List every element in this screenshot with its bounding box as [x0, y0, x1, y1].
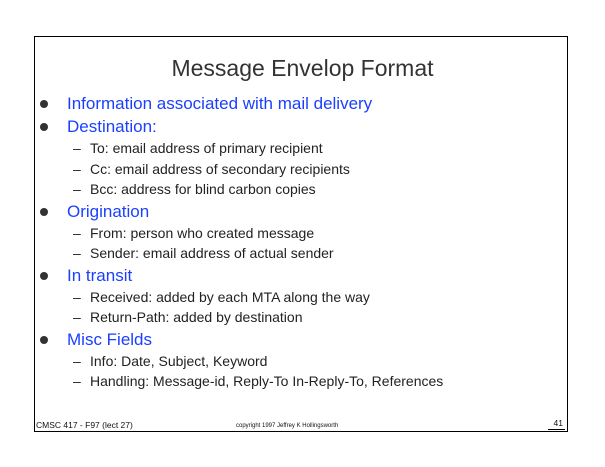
sub-bullet: – Handling: Message-id, Reply-To In-Reply… [36, 371, 576, 392]
bullet-dot-icon [40, 271, 48, 280]
sub-bullet: – Bcc: address for blind carbon copies [36, 179, 576, 200]
footer-page-number: 41 [553, 418, 563, 428]
sub-bullet-text: Cc: email address of secondary recipient… [90, 160, 350, 177]
sub-bullet: – From: person who created message [36, 223, 576, 244]
sub-bullet: – Cc: email address of secondary recipien… [36, 159, 576, 180]
bullet-text: Misc Fields [67, 329, 153, 349]
bullet-item: Destination: – To: email address of primar… [36, 115, 576, 200]
sub-bullet-text: From: person who created message [90, 224, 315, 241]
footer-rule-left [36, 431, 148, 432]
bullet-text: In transit [67, 265, 133, 285]
dash-marker: – [73, 224, 81, 241]
bullet-heading: Destination: [36, 115, 576, 138]
sub-bullet: – Sender: email address of actual sender [36, 243, 576, 264]
dash-marker: – [73, 140, 81, 156]
sub-bullet-text: Info: Date, Subject, Keyword [90, 352, 268, 369]
bullet-item: Misc Fields – Info: Date, Subject, Keyword… [36, 328, 576, 392]
bullet-item: Origination – From: person who created mes… [36, 200, 576, 264]
bullet-list: Information associated with mail deliver… [36, 92, 576, 392]
sub-bullet: – Received: added by each MTA along the w… [36, 287, 576, 308]
sub-bullet-text: Sender: email address of actual sender [90, 245, 334, 261]
sub-bullet: – To: email address of primary recipient [36, 138, 576, 159]
bullet-item: In transit – Received: added by each MTA a… [36, 264, 576, 328]
slide-title: Message Envelop Format [171, 55, 434, 81]
dash-marker: – [73, 160, 81, 177]
bullet-text: Information associated with mail deliver… [67, 94, 373, 113]
bullet-dot-icon [40, 335, 48, 344]
dash-marker: – [73, 373, 81, 389]
sub-bullet-text: To: email address of primary recipient [90, 140, 323, 156]
footer-rule-right [548, 429, 565, 430]
bullet-heading: Misc Fields [36, 328, 576, 351]
dash-marker: – [73, 245, 81, 261]
dash-marker: – [73, 352, 81, 369]
sub-bullet: – Return-Path: added by destination [36, 307, 576, 328]
dash-marker: – [73, 181, 81, 197]
bullet-heading: In transit [36, 264, 576, 287]
footer-copyright: copyright 1997 Jeffrey K Hollingsworth [236, 423, 339, 429]
bullet-text: Origination [67, 201, 150, 221]
dash-marker: – [73, 288, 81, 305]
bullet-text: Destination: [67, 117, 157, 136]
sub-bullet: – Info: Date, Subject, Keyword [36, 351, 576, 372]
bullet-dot-icon [40, 207, 48, 216]
bullet-dot-icon [40, 100, 48, 108]
sub-bullet-text: Bcc: address for blind carbon copies [90, 181, 316, 197]
footer-course: CMSC 417 - F97 (lect 27) [36, 420, 133, 430]
bullet-item: Information associated with mail deliver… [36, 92, 576, 115]
dash-marker: – [73, 309, 81, 325]
bullet-dot-icon [40, 123, 48, 131]
sub-bullet-text: Handling: Message-id, Reply-To In-Reply-… [90, 373, 444, 389]
sub-bullet-text: Received: added by each MTA along the wa… [90, 288, 370, 305]
sub-bullet-text: Return-Path: added by destination [90, 309, 303, 325]
bullet-heading: Information associated with mail deliver… [36, 92, 576, 115]
bullet-heading: Origination [36, 200, 576, 223]
